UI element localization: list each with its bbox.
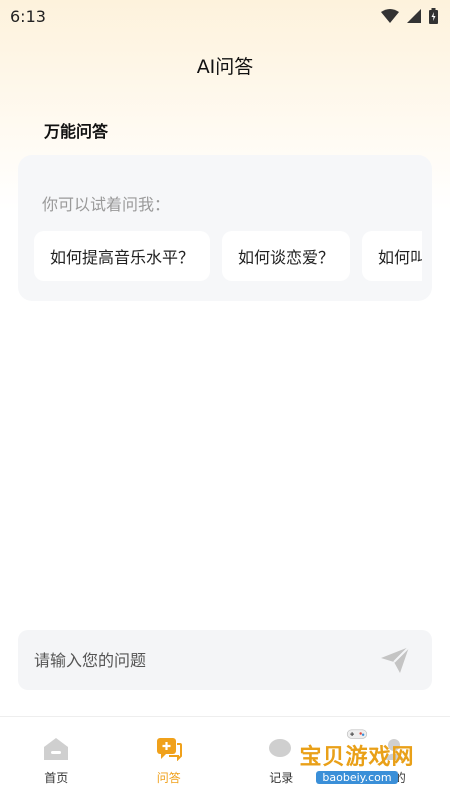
gamepad-icon [346,729,368,739]
tab-qa-label: 问答 [156,771,181,785]
qa-chat-icon [156,737,182,761]
status-icons [381,8,438,24]
suggestion-chip-row[interactable]: 如何提高音乐水平？ 如何谈恋爱？ 如何叫 [34,231,422,281]
cell-signal-icon [407,9,421,23]
page-title: AI问答 [196,56,254,78]
status-bar: 6:13 [0,0,450,32]
battery-icon [429,8,438,24]
status-time: 6:13 [10,6,46,26]
home-icon [43,737,69,761]
wifi-icon [381,9,399,23]
suggestion-hint: 你可以试着问我： [42,195,171,214]
suggestion-chip[interactable]: 如何谈恋爱？ [222,231,351,281]
suggestion-card: 你可以试着问我： 如何提高音乐水平？ 如何谈恋爱？ 如何叫 [18,155,432,301]
tab-home-label: 首页 [44,771,69,785]
tab-qa[interactable]: 问答 [113,717,226,800]
question-input[interactable] [34,650,354,670]
send-icon[interactable] [380,646,410,674]
section-title: 万能问答 [44,122,109,141]
question-input-bar [18,630,432,690]
watermark-logo: 宝贝游戏网 baobeiy.com [272,728,442,784]
watermark-url: baobeiy.com [316,771,398,784]
suggestion-chip[interactable]: 如何叫 [362,231,422,281]
suggestion-chip[interactable]: 如何提高音乐水平？ [34,231,211,281]
tab-home[interactable]: 首页 [0,717,113,800]
watermark-title: 宝贝游戏网 [299,745,415,770]
